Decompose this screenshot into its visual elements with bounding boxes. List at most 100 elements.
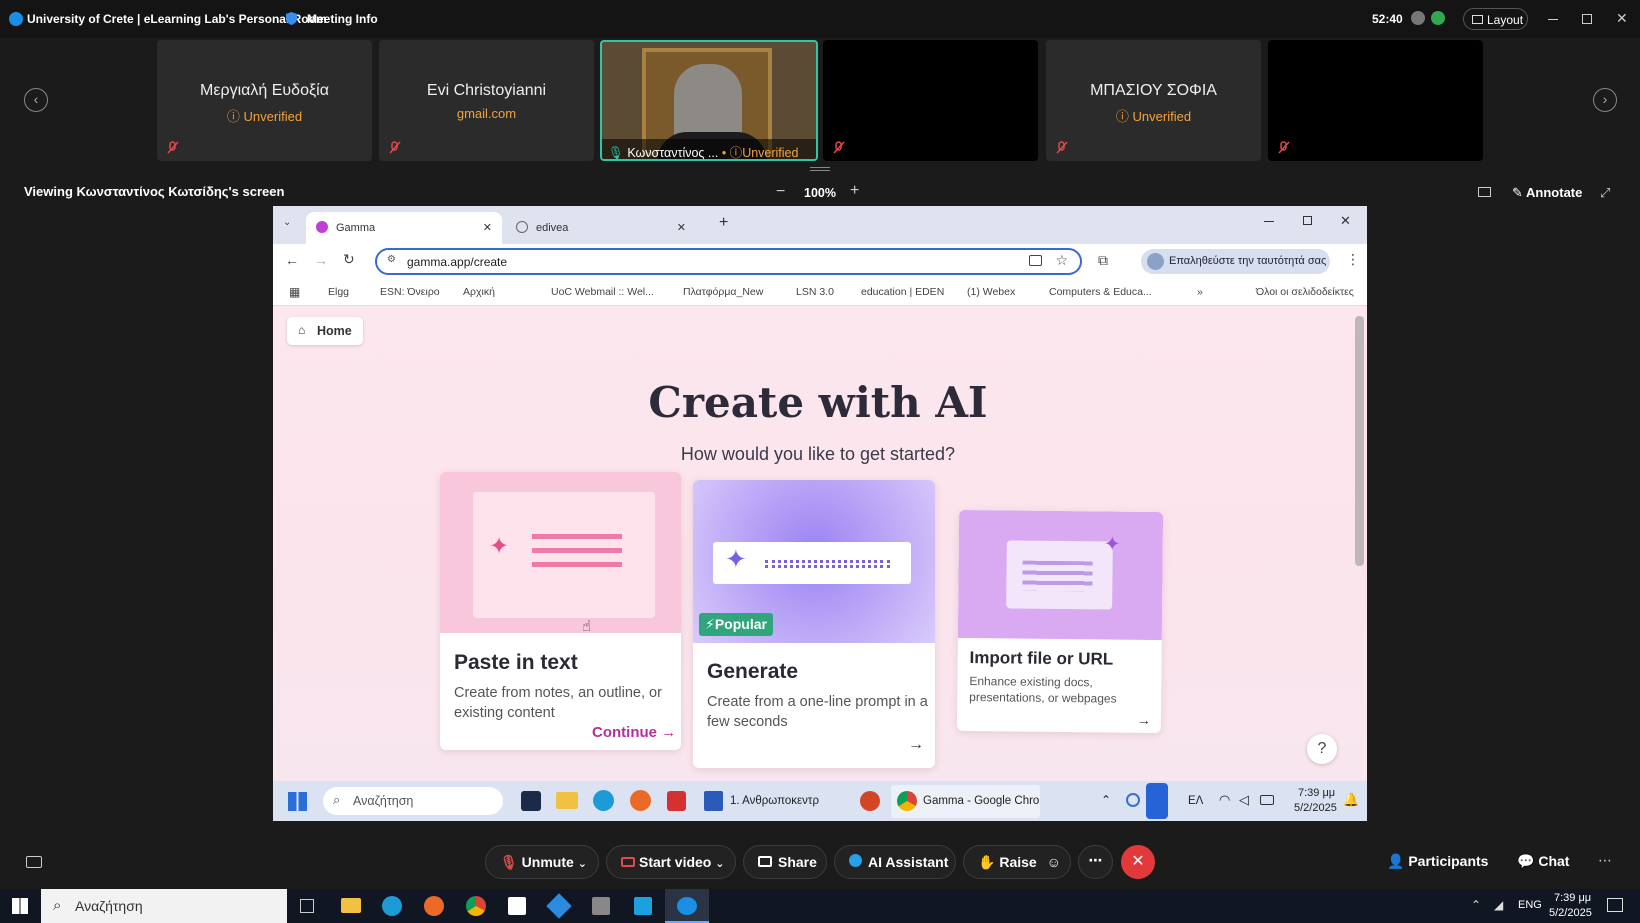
leave-meeting-button[interactable]: ✕ [1121, 845, 1155, 879]
word-task[interactable]: 1. Ανθρωποκεντρική Τε [704, 791, 819, 813]
file-explorer-icon[interactable] [341, 898, 361, 913]
wifi-icon[interactable]: ◠ [1219, 792, 1230, 808]
bookmark-elgg[interactable]: Elgg [328, 286, 349, 298]
bookmark-platform[interactable]: Πλατφόρμα_New [683, 286, 763, 298]
start-video-button[interactable]: Start video ⌄ [606, 845, 736, 879]
microphone-icon[interactable] [1146, 783, 1168, 819]
participant-tile[interactable]: Μεργιαλή Ευδοξία ⓘ Unverified [157, 40, 372, 161]
chrome-task[interactable]: Gamma - Google Chron [891, 785, 1040, 818]
sync-icon[interactable] [1126, 793, 1140, 807]
bookmark-webex[interactable]: (1) Webex [967, 286, 1015, 298]
more-options-button[interactable]: ⋯ [1078, 845, 1113, 879]
bookmark-uoc-webmail[interactable]: UoC Webmail :: Wel... [551, 286, 654, 298]
folder-icon[interactable] [556, 792, 578, 809]
fullscreen-icon[interactable]: ⤢ [1600, 185, 1610, 201]
reactions-icon[interactable]: ☺ [1047, 854, 1061, 870]
arrow-right-icon[interactable]: → [908, 736, 924, 754]
close-tab-icon[interactable]: ✕ [483, 221, 492, 234]
extensions-icon[interactable]: ⧉ [1098, 252, 1108, 269]
meeting-info-link[interactable]: Meeting Info [307, 12, 378, 26]
tray-expand-icon[interactable]: ⌃ [1471, 898, 1481, 912]
acrobat-icon[interactable] [667, 791, 686, 811]
browser-minimize-button[interactable] [1264, 221, 1274, 222]
back-button[interactable]: ← [285, 252, 299, 268]
app-icon[interactable] [592, 897, 610, 915]
vscode-icon[interactable] [546, 893, 572, 919]
help-button[interactable]: ? [1307, 734, 1337, 764]
share-button[interactable]: Share [743, 845, 827, 879]
bookmark-eden[interactable]: education | EDEN [861, 286, 944, 298]
chrome-icon[interactable] [466, 896, 486, 916]
prev-participants-button[interactable]: ‹ [24, 88, 48, 112]
new-tab-button[interactable]: + [719, 214, 728, 232]
layout-button[interactable]: Layout [1463, 8, 1528, 30]
battery-icon[interactable] [1260, 795, 1274, 805]
chevron-down-icon[interactable]: ⌄ [715, 858, 724, 870]
minimize-window-button[interactable] [1548, 19, 1558, 20]
participant-tile[interactable]: Evi Christoyianni gmail.com [379, 40, 594, 161]
unmute-button[interactable]: 🎙 Unmute ⌄ [485, 845, 599, 879]
taskbar-search-box[interactable]: ⌕ Αναζήτηση [323, 787, 503, 815]
language-indicator[interactable]: ENG [1518, 899, 1542, 911]
clock-date[interactable]: 5/2/2025 [1549, 907, 1592, 919]
generate-card[interactable]: ✦ ⚡Popular Generate Create from a one-li… [693, 480, 935, 768]
paste-in-text-card[interactable]: ✦ Paste in text Create from notes, an ou… [440, 472, 681, 750]
firefox-icon[interactable] [630, 790, 651, 811]
profile-verify-button[interactable]: Επαληθεύστε την ταυτότητά σας [1141, 249, 1330, 274]
webex-taskbar-icon[interactable] [665, 889, 709, 923]
arrow-right-icon[interactable]: → [1137, 712, 1151, 728]
volume-icon[interactable]: ◁ [1239, 792, 1249, 808]
participant-tile[interactable]: ΜΠΑΣΙΟΥ ΣΟΦΙΑ ⓘ Unverified [1046, 40, 1261, 161]
participant-tile[interactable] [1268, 40, 1483, 161]
edge-icon[interactable] [593, 790, 614, 811]
task-view-icon[interactable] [300, 899, 314, 913]
apps-grid-icon[interactable]: ▦ [289, 285, 300, 299]
network-icon[interactable]: ◢ [1494, 898, 1503, 912]
store-icon[interactable] [508, 897, 526, 915]
home-button[interactable]: ⌂ Home [287, 317, 363, 345]
restore-window-button[interactable] [1582, 14, 1592, 24]
clock-date[interactable]: 5/2/2025 [1294, 802, 1337, 814]
participant-tile[interactable] [823, 40, 1038, 161]
next-participants-button[interactable]: › [1593, 88, 1617, 112]
more-bookmarks-icon[interactable]: » [1197, 286, 1203, 298]
close-tab-icon[interactable]: ✕ [677, 221, 686, 234]
browser-menu-icon[interactable]: ⋮ [1346, 251, 1360, 268]
taskbar-search-box[interactable]: ⌕ Αναζήτηση [41, 889, 287, 923]
app-icon[interactable] [521, 791, 541, 811]
windows-start-icon[interactable] [12, 898, 28, 914]
popout-screen-icon[interactable] [1478, 187, 1491, 197]
forward-button[interactable]: → [314, 252, 328, 268]
page-scrollbar[interactable] [1355, 316, 1364, 566]
bookmark-star-icon[interactable]: ☆ [1055, 252, 1068, 269]
captions-icon[interactable] [26, 856, 42, 868]
tab-gamma[interactable]: Gamma ✕ [306, 212, 502, 244]
install-app-icon[interactable] [1029, 255, 1042, 266]
url-field[interactable]: ⚙ gamma.app/create ☆ [375, 248, 1082, 275]
raise-hand-button[interactable]: ✋ Raise ☺ [963, 845, 1071, 879]
clock-time[interactable]: 7:39 μμ [1554, 892, 1591, 904]
active-speaker-tile[interactable]: 🎙 Κωνσταντίνος ... • ⓘUnverified [600, 40, 818, 161]
bookmark-home[interactable]: Αρχική [463, 286, 495, 298]
all-bookmarks-folder[interactable]: Όλοι οι σελιδοδείκτες [1256, 286, 1354, 298]
reload-button[interactable]: ↻ [343, 251, 355, 268]
strip-resize-handle[interactable] [810, 167, 830, 171]
bookmark-lsn[interactable]: LSN 3.0 [796, 286, 834, 298]
clock-time[interactable]: 7:39 μμ [1298, 787, 1335, 799]
bookmark-computers-education[interactable]: Computers & Educa... [1049, 286, 1152, 298]
annotate-button[interactable]: ✎ Annotate [1512, 185, 1582, 201]
windows-start-icon[interactable] [288, 792, 307, 811]
bookmark-esn[interactable]: ESN: Όνειρο [380, 286, 440, 298]
close-window-button[interactable]: ✕ [1616, 10, 1628, 27]
notifications-icon[interactable] [1607, 898, 1623, 912]
powerpoint-icon[interactable] [860, 791, 880, 811]
edge-icon[interactable] [382, 896, 402, 916]
tab-edivea[interactable]: edivea ✕ [506, 212, 692, 244]
tray-expand-icon[interactable]: ⌃ [1101, 793, 1111, 807]
language-indicator[interactable]: ΕΛ [1188, 795, 1203, 807]
import-file-card[interactable]: ✦ Import file or URL Enhance existing do… [956, 509, 1164, 734]
browser-close-button[interactable]: ✕ [1340, 213, 1351, 229]
zoom-in-button[interactable]: + [850, 182, 859, 200]
continue-link[interactable]: Continue → [592, 724, 676, 741]
browser-maximize-button[interactable] [1303, 216, 1312, 225]
